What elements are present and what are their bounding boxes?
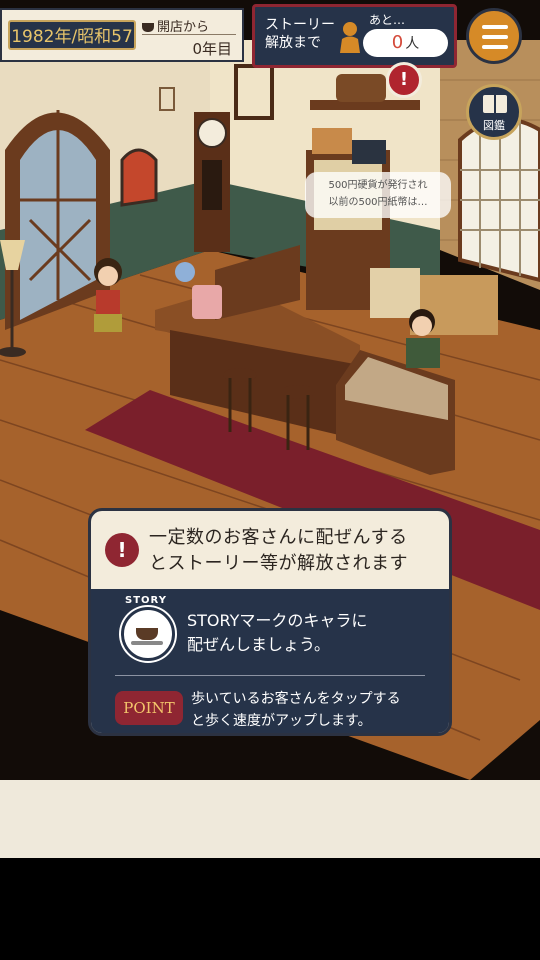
tutorial-header: ! 一定数のお客さんに配ぜんする とストーリー等が解放されます <box>91 511 449 589</box>
cafe-scene[interactable]: 500円硬貨が発行され 以前の500円紙幣は… 1982年/昭和57 開店から … <box>0 0 540 780</box>
news-thought-bubble[interactable]: 500円硬貨が発行され 以前の500円紙幣は… <box>305 172 451 218</box>
divider <box>115 675 425 676</box>
tutorial-header-line2: とストーリー等が解放されます <box>149 553 408 574</box>
point-tip-line2: と歩く速度がアップします。 <box>191 713 372 729</box>
story-instruction-line1: STORYマークのキャラに <box>187 611 368 630</box>
story-unlock-label: ストーリー 解放まで <box>265 16 335 52</box>
since-opening: 開店から <box>142 16 209 35</box>
point-badge: POINT <box>115 691 183 725</box>
story-instruction-line2: 配ぜんしましょう。 <box>187 635 331 654</box>
saucer-shape <box>131 641 163 645</box>
hamburger-menu-icon-bar <box>482 35 508 39</box>
story-badge-label: STORY <box>125 595 167 606</box>
remaining-count-display: 0人 <box>363 29 448 57</box>
news-line-2: 以前の500円紙幣は… <box>328 197 428 208</box>
story-unlock-label-line2: 解放まで <box>265 35 321 51</box>
hamburger-menu-button[interactable] <box>466 8 522 64</box>
point-tip: 歩いているお客さんをタップする と歩く速度がアップします。 <box>191 688 401 732</box>
remaining-unit: 人 <box>405 36 420 52</box>
tutorial-header-text: 一定数のお客さんに配ぜんする とストーリー等が解放されます <box>149 525 408 577</box>
hamburger-menu-icon-bar <box>482 45 508 49</box>
tutorial-body: STORY STORYマークのキャラに 配ぜんしましょう。 POINT 歩いてい… <box>91 589 449 733</box>
story-unlock-panel[interactable]: ストーリー 解放まで あと… 0人 <box>252 4 457 68</box>
exclamation-icon: ! <box>105 533 139 567</box>
tutorial-header-line1: 一定数のお客さんに配ぜんする <box>149 527 408 548</box>
story-coffee-cup-icon <box>121 607 175 661</box>
encyclopedia-label: 図鑑 <box>483 119 505 132</box>
date-panel: 1982年/昭和57 開店から 0年目 <box>0 8 244 62</box>
divider <box>142 34 236 35</box>
book-icon <box>483 95 507 113</box>
bottom-banner-area <box>0 780 540 858</box>
remaining-label: あと… <box>369 13 406 27</box>
point-tip-line1: 歩いているお客さんをタップする <box>191 691 401 707</box>
coffee-cup-icon <box>142 23 154 32</box>
tutorial-dialog[interactable]: ! 一定数のお客さんに配ぜんする とストーリー等が解放されます STORY ST… <box>88 508 452 736</box>
years-value: 0年目 <box>192 40 232 58</box>
story-unlock-label-line1: ストーリー <box>265 17 335 33</box>
since-opening-label: 開店から <box>157 20 210 35</box>
cup-shape <box>136 628 158 640</box>
encyclopedia-button[interactable]: 図鑑 <box>466 84 522 140</box>
hamburger-menu-icon <box>482 25 508 29</box>
story-alert-icon[interactable]: ! <box>386 62 422 98</box>
remaining-count: 0 <box>391 32 404 53</box>
era-label: 1982年/昭和57 <box>8 20 136 50</box>
story-instruction: STORYマークのキャラに 配ぜんしましょう。 <box>187 609 367 657</box>
news-line-1: 500円硬貨が発行され <box>328 180 428 191</box>
customer-person-icon <box>340 22 360 53</box>
